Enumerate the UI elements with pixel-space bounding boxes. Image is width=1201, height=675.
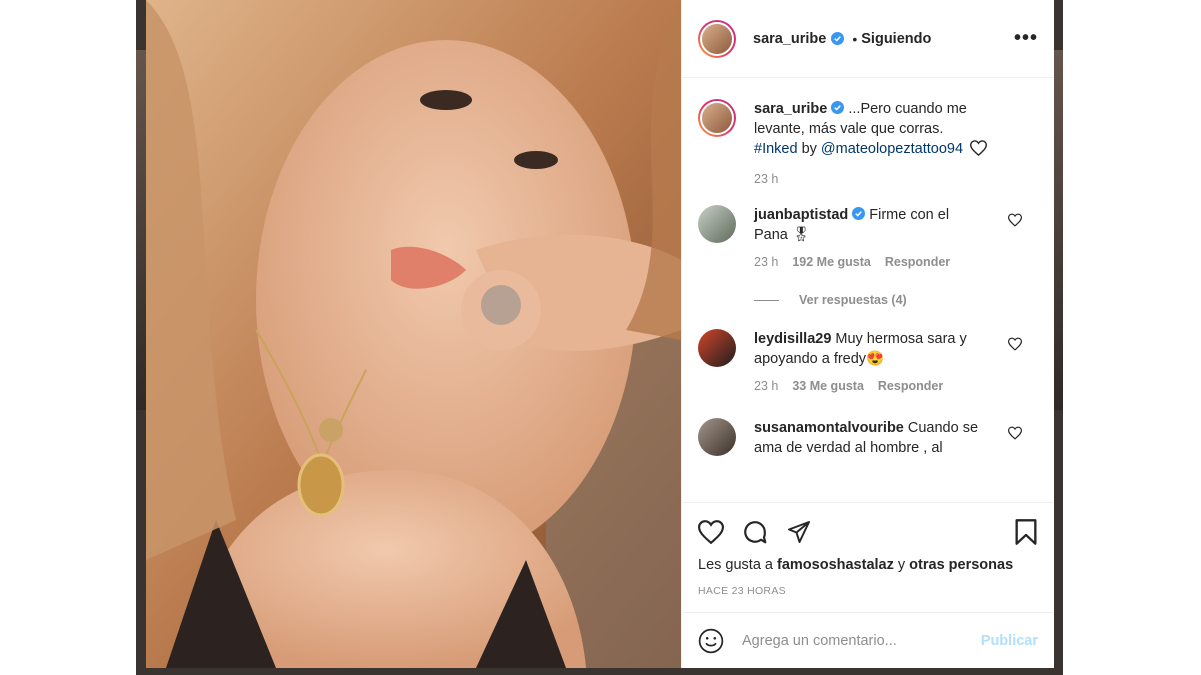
mention-link[interactable]: @mateolopeztattoo94: [821, 141, 963, 157]
comment: leydisilla29 Muy hermosa sara y apoyando …: [698, 329, 1038, 369]
following-button[interactable]: Siguiendo: [861, 31, 931, 47]
post-actions: Les gusta a famososhastalaz y otras pers…: [682, 502, 1054, 612]
replies-divider: [754, 299, 779, 301]
likes-summary: Les gusta a famososhastalaz y otras pers…: [698, 557, 1038, 573]
comment-likes[interactable]: 192 Me gusta: [792, 255, 871, 269]
caption-avatar[interactable]: [698, 99, 736, 137]
reply-button[interactable]: Responder: [885, 255, 950, 269]
view-replies-button[interactable]: Ver respuestas (4): [754, 293, 1038, 307]
liker-username[interactable]: famososhastalaz: [777, 557, 894, 573]
likes-prefix: Les gusta a: [698, 557, 777, 573]
comment-avatar[interactable]: [698, 205, 736, 243]
caption: sara_uribe ...Pero cuando me levante, más…: [698, 99, 1038, 159]
post-photo[interactable]: [146, 0, 681, 668]
verified-badge-icon: [852, 207, 866, 220]
view-replies-label: Ver respuestas (4): [799, 293, 907, 307]
background-post-tile: [1054, 50, 1063, 410]
comment-username[interactable]: juanbaptistad: [754, 207, 848, 223]
caption-meta: 23 h: [754, 172, 1038, 186]
post-timestamp[interactable]: HACE 23 HORAS: [698, 585, 1038, 597]
share-icon[interactable]: [786, 520, 812, 544]
comment-meta: 23 h 192 Me gusta Responder: [754, 255, 1038, 269]
post-header: sara_uribe • Siguiendo •••: [682, 0, 1054, 78]
like-comment-icon[interactable]: [1008, 213, 1022, 227]
comment-username[interactable]: susanamontalvouribe: [754, 420, 904, 436]
comment-avatar[interactable]: [698, 329, 736, 367]
comment-likes[interactable]: 33 Me gusta: [792, 379, 864, 393]
comment-avatar[interactable]: [698, 418, 736, 456]
separator-dot: •: [852, 30, 858, 47]
comments-list[interactable]: sara_uribe ...Pero cuando me levante, más…: [682, 79, 1054, 502]
add-comment-bar: Publicar: [682, 612, 1054, 668]
like-comment-icon[interactable]: [1008, 337, 1022, 351]
likes-middle: y: [893, 557, 910, 573]
comment-meta: 23 h 33 Me gusta Responder: [754, 379, 1038, 393]
caption-by: by: [797, 141, 821, 157]
like-comment-icon[interactable]: [1008, 426, 1022, 440]
heart-emoji-icon: [970, 140, 988, 157]
author-username[interactable]: sara_uribe: [753, 30, 826, 48]
reply-button[interactable]: Responder: [878, 379, 943, 393]
publish-button[interactable]: Publicar: [981, 633, 1038, 649]
like-icon[interactable]: [698, 520, 724, 544]
caption-username[interactable]: sara_uribe: [754, 101, 827, 117]
more-options-icon[interactable]: •••: [1014, 27, 1038, 50]
comment-time: 23 h: [754, 255, 779, 269]
comment-time: 23 h: [754, 379, 779, 393]
emoji-icon[interactable]: [698, 628, 724, 654]
verified-badge-icon: [831, 32, 845, 45]
comment: juanbaptistad Firme con el Pana 🎖: [698, 205, 1038, 245]
comment-username[interactable]: leydisilla29: [754, 331, 831, 347]
hashtag-link[interactable]: #Inked: [754, 141, 798, 157]
author-avatar[interactable]: [698, 19, 736, 58]
save-bookmark-icon[interactable]: [1014, 518, 1038, 546]
comment-input[interactable]: [740, 631, 981, 650]
comment: susanamontalvouribe Cuando se ama de verd…: [698, 418, 1038, 458]
post-photo-illustration: [146, 0, 681, 668]
caption-time: 23 h: [754, 172, 779, 186]
post-modal: sara_uribe • Siguiendo ••• sara_uribe...…: [146, 0, 1054, 668]
post-sidebar: sara_uribe • Siguiendo ••• sara_uribe...…: [681, 0, 1054, 668]
other-likers-link[interactable]: otras personas: [909, 557, 1013, 573]
comment-icon[interactable]: [742, 519, 768, 545]
background-post-tile: [136, 50, 146, 410]
verified-badge-icon: [831, 101, 845, 114]
